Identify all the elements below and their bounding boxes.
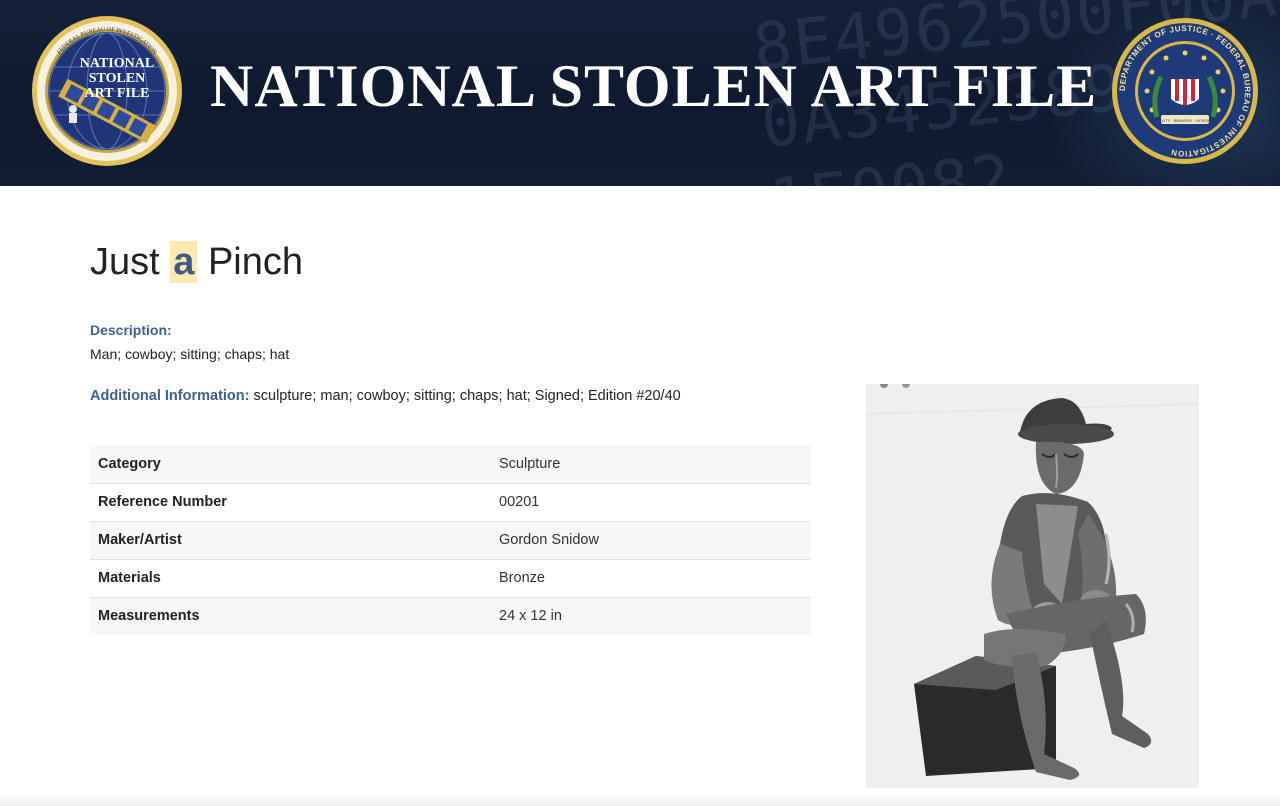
title-search-highlight: a — [170, 241, 198, 283]
detail-key: Measurements — [98, 608, 200, 625]
detail-key: Maker/Artist — [98, 532, 182, 548]
details-table: Category Sculpture Reference Number 0020… — [90, 445, 811, 635]
banner-title: NATIONAL STOLEN ART FILE — [210, 53, 1098, 119]
artwork-image[interactable] — [866, 384, 1199, 788]
page-bottom-shadow — [0, 792, 1280, 806]
description-label: Description: — [90, 322, 172, 338]
nsaf-logo-line-3: ART FILE — [85, 86, 150, 101]
nsaf-logo-line-1: NATIONAL — [80, 56, 154, 71]
table-row: Maker/Artist Gordon Snidow — [90, 521, 811, 559]
description-value: Man; cowboy; sitting; chaps; hat — [90, 346, 290, 362]
detail-key: Category — [98, 455, 161, 472]
detail-key: Reference Number — [98, 494, 227, 510]
table-row: Reference Number 00201 — [90, 483, 811, 521]
nsaf-logo[interactable]: NATIONAL STOLEN ART FILE FEDERAL BUREAU … — [31, 15, 183, 167]
additional-information-value: sculpture; man; cowboy; sitting; chaps; … — [249, 388, 681, 404]
title-text-end: Pinch — [197, 241, 304, 283]
nsaf-logo-line-2: STOLEN — [89, 71, 146, 86]
detail-value: Sculpture — [499, 455, 561, 472]
fbi-seal-icon[interactable]: DEPARTMENT OF JUSTICE · FEDERAL BUREAU O… — [1111, 17, 1259, 165]
detail-key: Materials — [98, 570, 161, 586]
table-row: Category Sculpture — [90, 445, 811, 483]
site-banner: 8E4962500F00A343 0A3452389A6 1E0082 — [0, 0, 1280, 186]
detail-value: Bronze — [499, 570, 545, 586]
title-text-start: Just — [90, 241, 171, 283]
table-row: Measurements 24 x 12 in — [90, 597, 811, 635]
additional-information: Additional Information: sculpture; man; … — [90, 388, 681, 404]
detail-value: 24 x 12 in — [499, 608, 562, 625]
table-row: Materials Bronze — [90, 559, 811, 597]
fbi-seal-motto: FIDELITY · BRAVERY · INTEGRITY — [1153, 118, 1218, 123]
additional-information-label: Additional Information: — [90, 388, 250, 404]
detail-value: Gordon Snidow — [499, 532, 599, 548]
sculpture-photo-icon — [866, 384, 1199, 788]
page-title: Just a Pinch — [90, 236, 303, 288]
detail-value: 00201 — [499, 494, 540, 510]
